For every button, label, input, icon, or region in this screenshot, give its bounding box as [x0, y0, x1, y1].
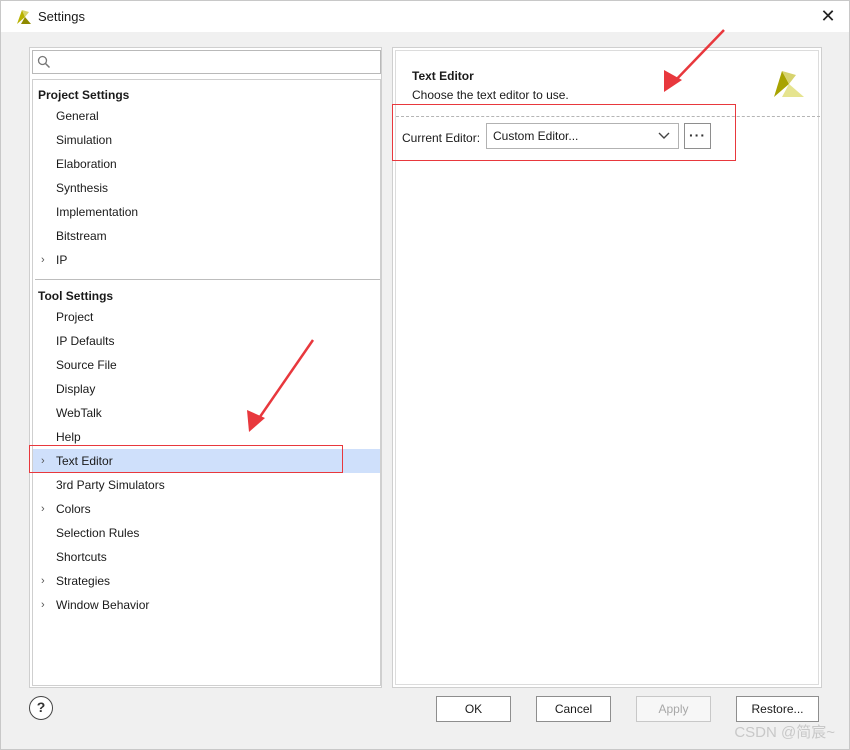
- tree-item-ip-defaults[interactable]: IP Defaults: [33, 329, 380, 353]
- chevron-right-icon[interactable]: ›: [41, 569, 51, 593]
- annotation-arrow-icon: [247, 339, 315, 432]
- tree-item-label: Bitstream: [56, 229, 107, 243]
- help-button[interactable]: ?: [29, 696, 53, 720]
- tree-item-simulation[interactable]: Simulation: [33, 128, 380, 152]
- chevron-right-icon[interactable]: ›: [41, 593, 51, 617]
- apply-button[interactable]: Apply: [636, 696, 711, 722]
- section-divider: [35, 279, 380, 280]
- search-input[interactable]: [55, 53, 375, 71]
- panel-subtitle: Choose the text editor to use.: [412, 88, 569, 102]
- brand-logo-icon: [774, 71, 804, 97]
- close-button[interactable]: ✕: [817, 5, 839, 27]
- tool-settings-header: Tool Settings: [38, 289, 114, 303]
- tree-item-label: Synthesis: [56, 181, 109, 195]
- app-logo-icon: [17, 10, 31, 24]
- project-settings-header: Project Settings: [38, 88, 130, 102]
- tree-item-elaboration[interactable]: Elaboration: [33, 152, 380, 176]
- watermark: CSDN @简宸~: [734, 724, 835, 741]
- tree-item-shortcuts[interactable]: Shortcuts: [33, 545, 380, 569]
- ok-button[interactable]: OK: [436, 696, 511, 722]
- window-title: Settings: [38, 9, 85, 24]
- tree-item-synthesis[interactable]: Synthesis: [33, 176, 380, 200]
- tree-item-window-behavior[interactable]: › Window Behavior: [33, 593, 380, 617]
- settings-nav-pane: Project Settings General Simulation Elab…: [29, 47, 382, 688]
- tree-item-label: Selection Rules: [56, 526, 140, 540]
- tree-item-label: IP: [56, 253, 68, 267]
- tree-item-ip[interactable]: › IP: [33, 248, 380, 272]
- tree-item-label: Project: [56, 310, 94, 324]
- tree-item-label: Simulation: [56, 133, 113, 147]
- tree-item-label: 3rd Party Simulators: [56, 478, 165, 492]
- tree-item-display[interactable]: Display: [33, 377, 380, 401]
- tree-item-webtalk[interactable]: WebTalk: [33, 401, 380, 425]
- tree-item-bitstream[interactable]: Bitstream: [33, 224, 380, 248]
- tree-item-selection-rules[interactable]: Selection Rules: [33, 521, 380, 545]
- chevron-right-icon[interactable]: ›: [41, 248, 51, 272]
- annotation-box-editor: [392, 104, 736, 161]
- tree-item-label: Shortcuts: [56, 550, 107, 564]
- tree-item-label: Strategies: [56, 574, 111, 588]
- tree-item-label: Display: [56, 382, 96, 396]
- tree-item-source-file[interactable]: Source File: [33, 353, 380, 377]
- restore-button[interactable]: Restore...: [736, 696, 819, 722]
- tree-item-label: Implementation: [56, 205, 139, 219]
- tree-item-general[interactable]: General: [33, 104, 380, 128]
- tree-item-label: Window Behavior: [56, 598, 150, 612]
- tree-item-label: Help: [56, 430, 81, 444]
- tree-item-label: General: [56, 109, 99, 123]
- tree-item-strategies[interactable]: › Strategies: [33, 569, 380, 593]
- search-box[interactable]: [32, 50, 381, 74]
- annotation-arrow-icon: [664, 29, 725, 92]
- tree-item-implementation[interactable]: Implementation: [33, 200, 380, 224]
- tree-item-label: IP Defaults: [56, 334, 115, 348]
- search-icon: [37, 55, 51, 69]
- annotation-box-tree: [29, 445, 343, 473]
- panel-title: Text Editor: [412, 69, 474, 83]
- tree-item-project[interactable]: Project: [33, 305, 380, 329]
- cancel-button[interactable]: Cancel: [536, 696, 611, 722]
- tree-item-label: WebTalk: [56, 406, 102, 420]
- tree-item-3rd-party-simulators[interactable]: 3rd Party Simulators: [33, 473, 380, 497]
- chevron-right-icon[interactable]: ›: [41, 497, 51, 521]
- tree-item-label: Source File: [56, 358, 117, 372]
- settings-dialog: Settings ✕ Project Settings General Simu…: [0, 0, 850, 750]
- tree-item-colors[interactable]: › Colors: [33, 497, 380, 521]
- tree-item-label: Colors: [56, 502, 91, 516]
- settings-tree: Project Settings General Simulation Elab…: [32, 79, 381, 686]
- tree-item-label: Elaboration: [56, 157, 117, 171]
